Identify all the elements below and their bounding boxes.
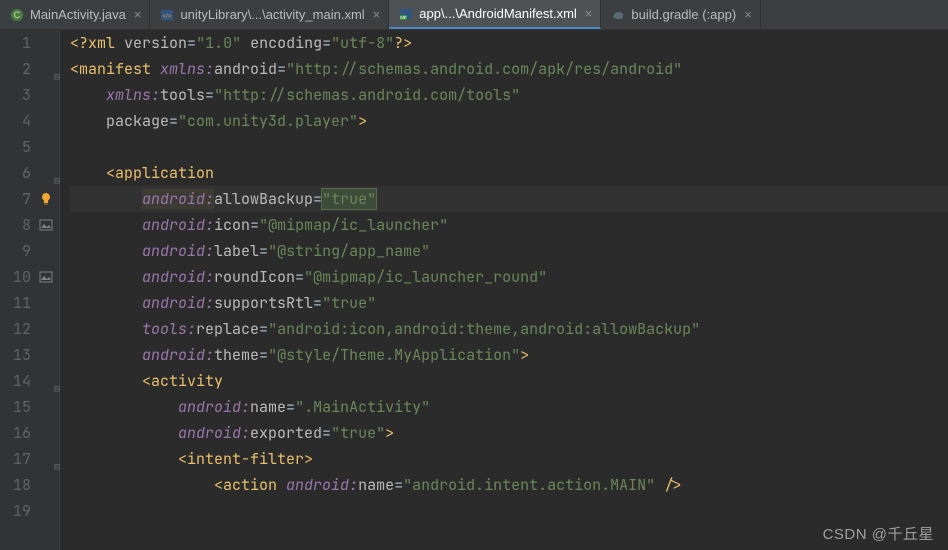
gutter: 1 2⊟ 3 4 5 6⊟ 7 8 9 10 11 12 13 14⊟ 15 1… bbox=[0, 30, 60, 550]
code-line: android:supportsRtl="true" bbox=[70, 290, 948, 316]
line-number: 3 bbox=[0, 82, 59, 108]
line-number: 17⊟ bbox=[0, 446, 59, 472]
code-line: <activity bbox=[70, 368, 948, 394]
line-number: 5 bbox=[0, 134, 59, 160]
svg-text:</>: </> bbox=[163, 14, 172, 20]
line-number: 9 bbox=[0, 238, 59, 264]
tab-label: build.gradle (:app) bbox=[631, 7, 736, 22]
close-icon[interactable]: × bbox=[134, 7, 142, 22]
code-line bbox=[70, 134, 948, 160]
image-icon[interactable] bbox=[39, 218, 53, 232]
code-line bbox=[70, 498, 948, 524]
svg-text:MF: MF bbox=[401, 15, 408, 20]
line-number: 1 bbox=[0, 30, 59, 56]
tab-label: app\...\AndroidManifest.xml bbox=[419, 6, 577, 21]
code-line: android:label="@string/app_name" bbox=[70, 238, 948, 264]
tab-build-gradle[interactable]: build.gradle (:app) × bbox=[601, 0, 760, 29]
code-line: android:icon="@mipmap/ic_launcher" bbox=[70, 212, 948, 238]
line-number: 15 bbox=[0, 394, 59, 420]
code-line-current: android:allowBackup="true" bbox=[70, 186, 948, 212]
tab-label: MainActivity.java bbox=[30, 7, 126, 22]
code-line: xmlns:tools="http://schemas.android.com/… bbox=[70, 82, 948, 108]
gradle-icon bbox=[611, 8, 625, 22]
svg-text:C: C bbox=[14, 10, 21, 20]
tab-main-activity[interactable]: C MainActivity.java × bbox=[0, 0, 150, 29]
close-icon[interactable]: × bbox=[585, 6, 593, 21]
tab-label: unityLibrary\...\activity_main.xml bbox=[180, 7, 364, 22]
code-line: android:exported="true"> bbox=[70, 420, 948, 446]
code-line: <application bbox=[70, 160, 948, 186]
line-number: 11 bbox=[0, 290, 59, 316]
code-line: <action android:name="android.intent.act… bbox=[70, 472, 948, 498]
fold-icon[interactable]: ⊟ bbox=[50, 64, 60, 74]
line-number: 12 bbox=[0, 316, 59, 342]
line-number: 19 bbox=[0, 498, 59, 524]
lightbulb-icon[interactable] bbox=[39, 192, 53, 206]
fold-icon[interactable]: ⊟ bbox=[50, 454, 60, 464]
line-number: 4 bbox=[0, 108, 59, 134]
code-line: android:name=".MainActivity" bbox=[70, 394, 948, 420]
line-number: 7 bbox=[0, 186, 59, 212]
code-line: tools:replace="android:icon,android:them… bbox=[70, 316, 948, 342]
code-line: android:roundIcon="@mipmap/ic_launcher_r… bbox=[70, 264, 948, 290]
tab-activity-main-xml[interactable]: </> unityLibrary\...\activity_main.xml × bbox=[150, 0, 389, 29]
code-line: package="com.unity3d.player"> bbox=[70, 108, 948, 134]
fold-icon[interactable]: ⊟ bbox=[50, 168, 60, 178]
manifest-icon: MF bbox=[399, 7, 413, 21]
watermark: CSDN @千丘星 bbox=[823, 523, 934, 544]
code-line: android:theme="@style/Theme.MyApplicatio… bbox=[70, 342, 948, 368]
close-icon[interactable]: × bbox=[373, 7, 381, 22]
line-number: 2⊟ bbox=[0, 56, 59, 82]
line-number: 8 bbox=[0, 212, 59, 238]
editor-tabs: C MainActivity.java × </> unityLibrary\.… bbox=[0, 0, 948, 30]
line-number: 10 bbox=[0, 264, 59, 290]
line-number: 16 bbox=[0, 420, 59, 446]
xml-icon: </> bbox=[160, 8, 174, 22]
code-line: <intent-filter> bbox=[70, 446, 948, 472]
close-icon[interactable]: × bbox=[744, 7, 752, 22]
code-editor[interactable]: 1 2⊟ 3 4 5 6⊟ 7 8 9 10 11 12 13 14⊟ 15 1… bbox=[0, 30, 948, 550]
code-line: <manifest xmlns:android="http://schemas.… bbox=[70, 56, 948, 82]
code-line: <?xml version="1.0" encoding="utf-8"?> bbox=[70, 30, 948, 56]
image-icon[interactable] bbox=[39, 270, 53, 284]
code-area[interactable]: <?xml version="1.0" encoding="utf-8"?> <… bbox=[60, 30, 948, 550]
tab-android-manifest[interactable]: MF app\...\AndroidManifest.xml × bbox=[389, 0, 601, 29]
line-number: 14⊟ bbox=[0, 368, 59, 394]
line-number: 13 bbox=[0, 342, 59, 368]
class-icon: C bbox=[10, 8, 24, 22]
line-number: 18 bbox=[0, 472, 59, 498]
line-number: 6⊟ bbox=[0, 160, 59, 186]
fold-icon[interactable]: ⊟ bbox=[50, 376, 60, 386]
